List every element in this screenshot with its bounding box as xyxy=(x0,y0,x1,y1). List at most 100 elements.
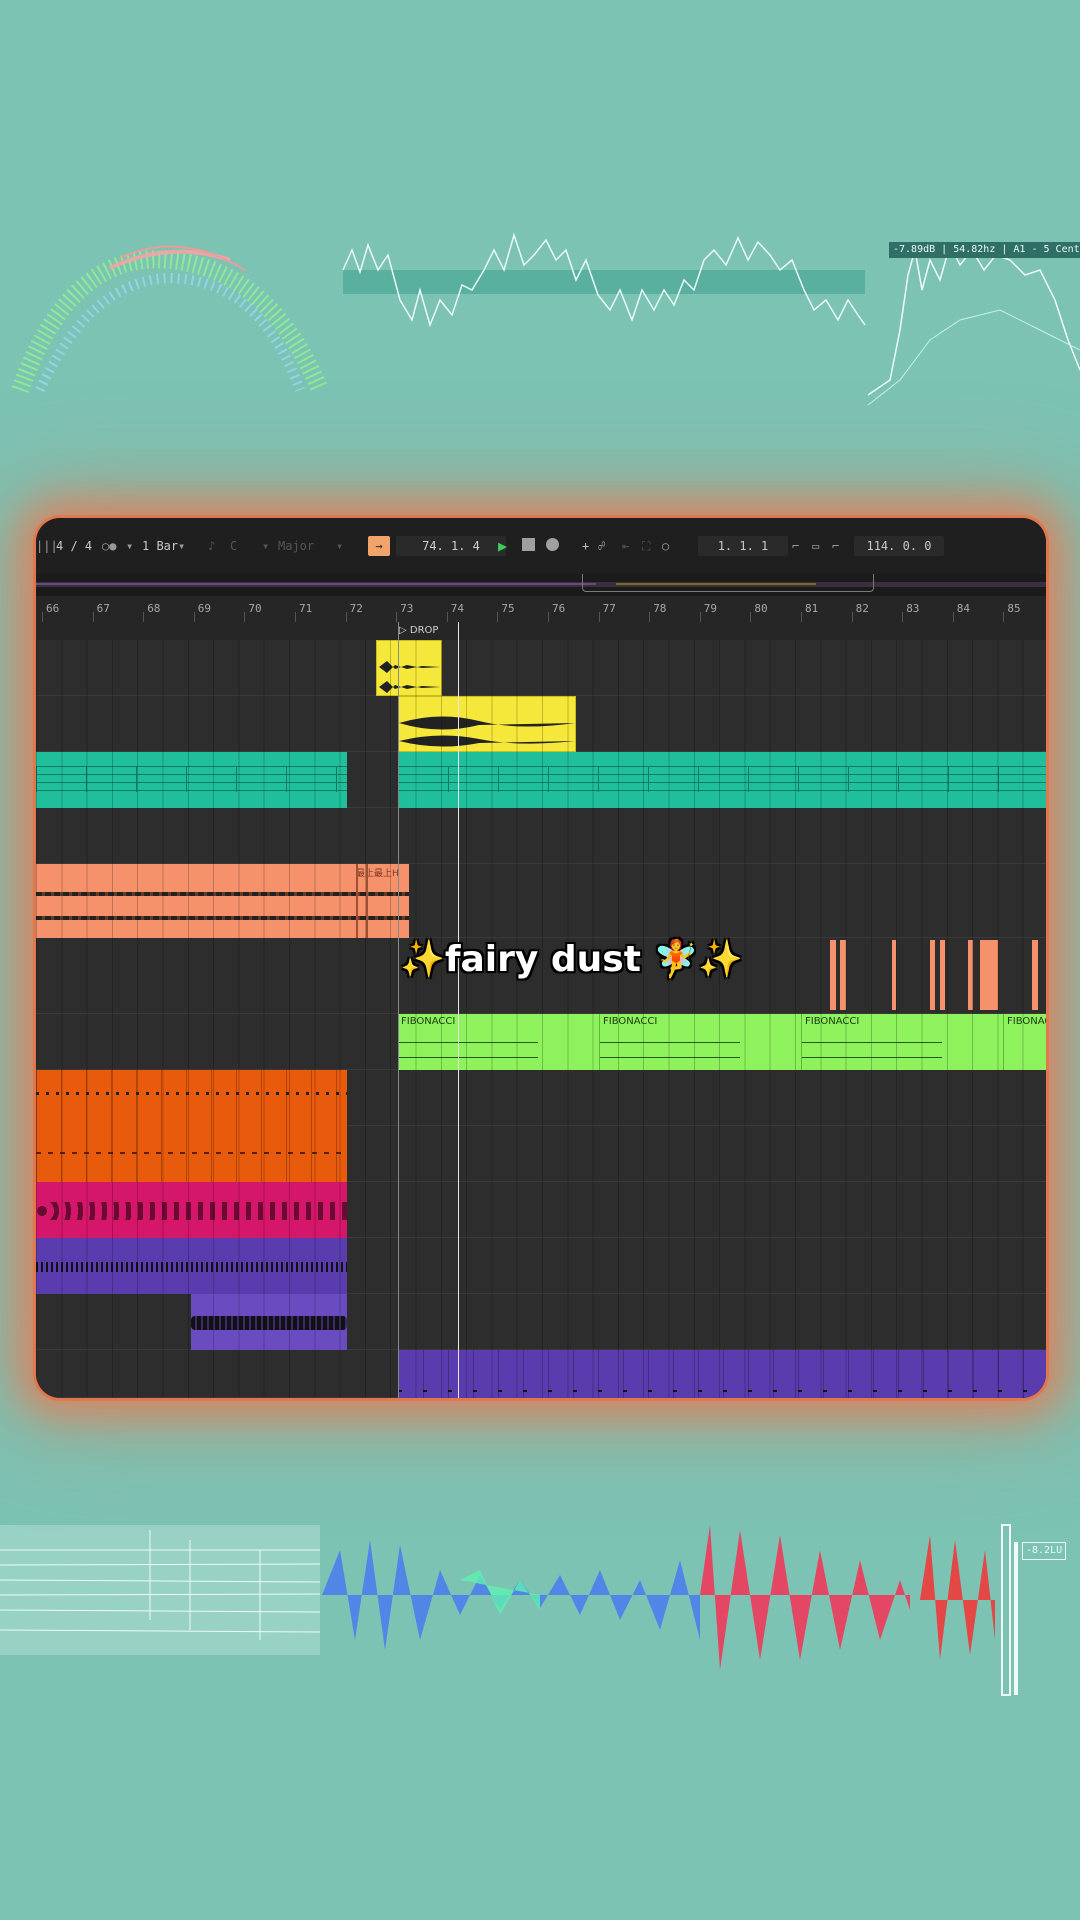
punch-in-icon[interactable]: ⌐ xyxy=(792,537,799,555)
quantize-select[interactable]: 1 Bar xyxy=(142,537,178,555)
bar-tick xyxy=(598,612,600,622)
bar-tick xyxy=(1003,612,1005,622)
track-lane[interactable] xyxy=(36,696,1046,752)
track-lane[interactable] xyxy=(36,1238,1046,1294)
loop-start-display[interactable]: 1. 1. 1 xyxy=(698,536,788,556)
capture-icon[interactable]: ⛶ xyxy=(642,537,650,555)
automation-icon[interactable]: ☍ xyxy=(598,537,605,555)
clip-waveform xyxy=(36,916,409,920)
scale-select[interactable]: Major xyxy=(278,537,314,555)
bar-tick xyxy=(244,612,246,622)
loop-record-icon[interactable]: ○ xyxy=(662,537,669,555)
audio-clip-salmon-slice[interactable] xyxy=(1032,940,1038,1010)
bar-number: 74 xyxy=(450,602,465,615)
midi-clip-purple[interactable] xyxy=(398,1350,1046,1398)
track-lane[interactable] xyxy=(36,1070,1046,1126)
bar-ruler[interactable]: 66 67 68 69 70 71 72 73 74 75 76 77 78 79 80 81 82 83 84 85 xyxy=(36,596,1046,623)
arrangement-tracks[interactable]: 最上最上H FIBONACCI FIBONACCI FIBONACCI FIBO… xyxy=(36,640,1046,1398)
midi-clip-fibonacci[interactable]: FIBONACCI xyxy=(802,1014,1004,1070)
chevron-down-icon[interactable]: ▾ xyxy=(178,537,185,555)
bar-number: 67 xyxy=(96,602,110,615)
clip-split xyxy=(366,864,368,938)
midi-clip-purple[interactable] xyxy=(36,1238,347,1294)
arrangement-overview[interactable] xyxy=(36,574,1046,597)
audio-clip-yellow[interactable] xyxy=(376,640,442,696)
record-icon[interactable] xyxy=(546,538,559,551)
loop-length-display[interactable]: 114. 0. 0 xyxy=(854,536,944,556)
midi-clip-orange[interactable] xyxy=(36,1126,347,1182)
track-lane[interactable] xyxy=(36,808,1046,864)
track-lane[interactable]: 最上最上H xyxy=(36,864,1046,938)
track-lane[interactable] xyxy=(36,1182,1046,1238)
bar-number: 66 xyxy=(46,602,60,615)
track-lane[interactable]: FIBONACCI FIBONACCI FIBONACCI FIBONACCI xyxy=(36,1014,1046,1070)
follow-icon[interactable]: ○● xyxy=(102,537,116,555)
bar-number: 68 xyxy=(147,602,161,615)
audio-clip-magenta[interactable] xyxy=(36,1182,347,1238)
bar-tick xyxy=(699,612,701,622)
midi-clip-teal[interactable] xyxy=(36,752,347,808)
audio-clip-salmon-slice[interactable] xyxy=(840,940,846,1010)
loop-switch-icon[interactable]: ▭ xyxy=(812,537,819,555)
audio-clip-yellow[interactable] xyxy=(398,696,576,752)
follow-playhead-button[interactable]: → xyxy=(368,536,390,556)
drop-locator[interactable]: ▷ DROP xyxy=(399,624,438,638)
audio-clip-salmon-slice[interactable] xyxy=(940,940,945,1010)
bar-number: 70 xyxy=(248,602,262,615)
bar-tick xyxy=(193,612,195,622)
track-lane[interactable] xyxy=(36,1294,1046,1350)
audio-clip-salmon-slice[interactable] xyxy=(980,940,998,1010)
clip-notes xyxy=(398,766,1046,792)
overview-track-strip xyxy=(36,583,596,585)
drop-line xyxy=(398,622,399,1398)
audio-clip-salmon-slice[interactable] xyxy=(830,940,836,1010)
audio-clip-salmon-slice[interactable] xyxy=(968,940,973,1010)
bar-tick xyxy=(143,612,145,622)
clip-waveform xyxy=(191,1316,347,1330)
midi-clip-fibonacci[interactable]: FIBONACCI xyxy=(600,1014,802,1070)
chevron-down-icon[interactable]: ▾ xyxy=(262,537,269,555)
back-to-arrangement-icon[interactable]: ⇤ xyxy=(622,537,629,555)
clip-waveform xyxy=(36,892,409,896)
midi-clip-orange[interactable] xyxy=(36,1070,347,1126)
song-position-display[interactable]: 74. 1. 4 xyxy=(396,536,506,556)
segment-labels: 最上最上H xyxy=(356,869,399,879)
track-lane[interactable] xyxy=(36,752,1046,808)
audio-clip-salmon-slice[interactable] xyxy=(892,940,896,1010)
bar-number: 73 xyxy=(400,602,414,615)
bar-number: 69 xyxy=(197,602,212,615)
clip-notes xyxy=(36,1262,347,1272)
audio-clip-salmon[interactable]: 最上最上H xyxy=(36,864,409,938)
audio-clip-purple[interactable] xyxy=(191,1294,347,1350)
bar-tick xyxy=(902,612,904,622)
clip-notes xyxy=(36,766,347,792)
track-lane[interactable] xyxy=(36,640,1046,696)
particle-scope xyxy=(11,245,329,394)
playhead[interactable] xyxy=(458,622,459,1398)
grip-icon: ||| xyxy=(36,539,58,553)
audio-clip-salmon-slice[interactable] xyxy=(930,940,935,1010)
stop-icon[interactable] xyxy=(522,538,535,551)
track-lane[interactable] xyxy=(36,1350,1046,1398)
chevron-down-icon[interactable]: ▾ xyxy=(126,537,133,555)
midi-clip-fibonacci[interactable]: FIBONACCI xyxy=(398,1014,600,1070)
time-signature[interactable]: 4 / 4 xyxy=(56,537,92,555)
locator-lane[interactable]: ▷ DROP xyxy=(36,622,1046,640)
midi-clip-fibonacci[interactable]: FIBONACCI xyxy=(1004,1014,1046,1070)
loudness-readout: -8.2LU xyxy=(1022,1542,1067,1560)
oscilloscope-waveform xyxy=(342,232,866,328)
bar-tick xyxy=(92,612,94,622)
clip-notes xyxy=(398,1042,538,1058)
midi-clip-teal[interactable] xyxy=(398,752,1046,808)
overview-viewport[interactable] xyxy=(582,574,874,592)
spectrum-readout: -7.89dB | 54.82hz | A1 - 5 Cents xyxy=(889,242,1080,258)
add-icon[interactable]: + xyxy=(582,537,589,555)
clip-notes xyxy=(36,1092,347,1095)
play-icon[interactable]: ▶ xyxy=(498,537,507,555)
punch-out-icon[interactable]: ⌐ xyxy=(832,537,839,555)
clip-notes xyxy=(802,1042,942,1058)
track-lane[interactable] xyxy=(36,1126,1046,1182)
bar-tick xyxy=(295,612,296,622)
key-select[interactable]: C xyxy=(230,537,237,555)
chevron-down-icon[interactable]: ▾ xyxy=(336,537,343,555)
